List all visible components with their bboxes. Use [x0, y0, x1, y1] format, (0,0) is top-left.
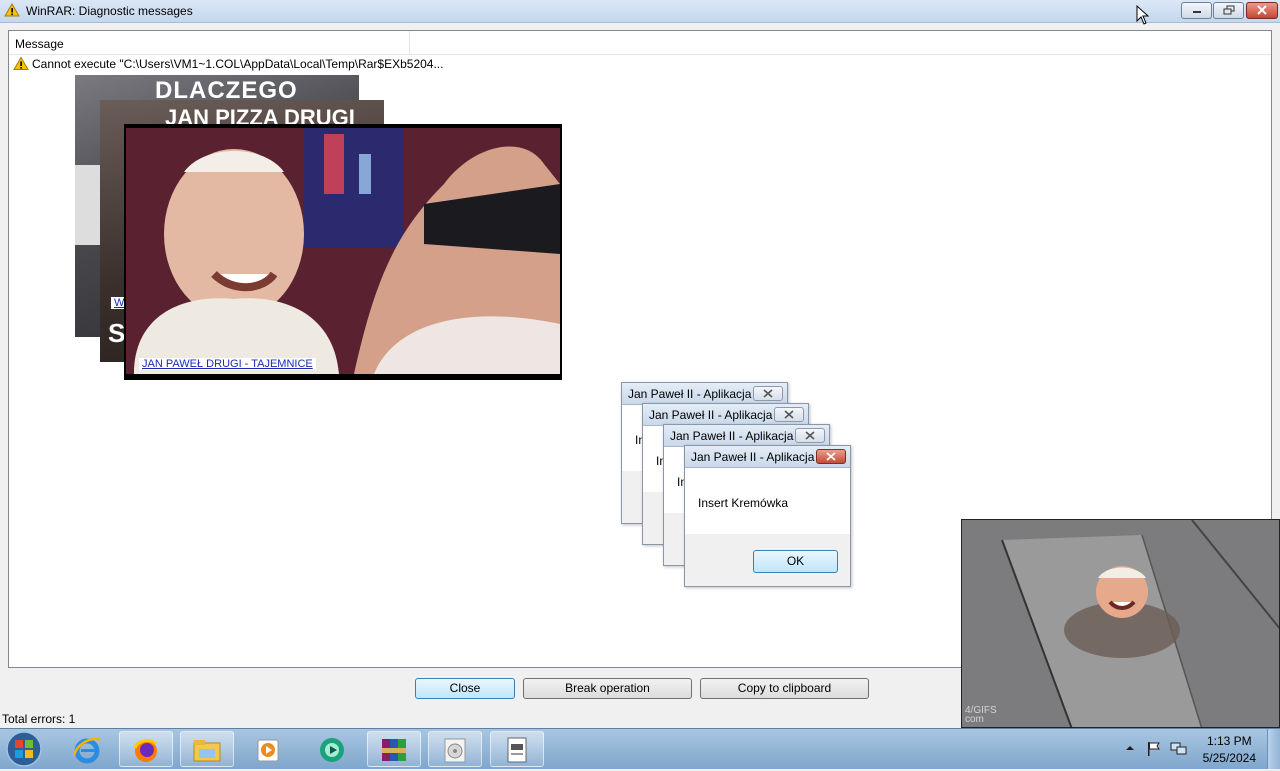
taskbar: 1:13 PM 5/25/2024: [0, 728, 1280, 769]
document-icon: [507, 737, 527, 763]
message-box-title: Jan Paweł II - Aplikacja: [649, 408, 773, 422]
close-window-button[interactable]: [1246, 2, 1278, 19]
taskbar-winrar[interactable]: [367, 731, 421, 767]
list-header: Message: [9, 31, 1271, 55]
firefox-icon: [133, 739, 158, 762]
message-box-close-button[interactable]: [753, 386, 783, 401]
action-center-flag-icon[interactable]: [1146, 741, 1162, 757]
break-operation-button[interactable]: Break operation: [523, 678, 692, 699]
clock-time: 1:13 PM: [1206, 734, 1252, 748]
video-watermark: 4/GIFS com: [965, 705, 997, 725]
restore-button[interactable]: [1213, 2, 1244, 19]
message-box-close-button[interactable]: [816, 449, 846, 464]
warning-icon: [4, 3, 20, 20]
message-box-4: Jan Paweł II - Aplikacja Insert Kremówka…: [684, 445, 851, 587]
taskbar-app[interactable]: [305, 731, 359, 767]
status-text: Total errors: 1: [2, 712, 76, 726]
meme-caption-link[interactable]: JAN PAWEŁ DRUGI - TAJEMNICE: [139, 358, 316, 370]
close-icon: [1257, 5, 1267, 15]
start-button[interactable]: [4, 730, 44, 768]
title-bar: WinRAR: Diagnostic messages: [0, 0, 1280, 23]
message-box-title: Jan Paweł II - Aplikacja: [691, 450, 815, 464]
copy-to-clipboard-button[interactable]: Copy to clipboard: [700, 678, 869, 699]
message-box-close-button[interactable]: [774, 407, 804, 422]
file-explorer-icon: [193, 740, 221, 762]
message-box-title: Jan Paweł II - Aplikacja: [628, 387, 752, 401]
app-icon: [320, 738, 344, 762]
meme-image-3[interactable]: JAN PAWEŁ DRUGI - TAJEMNICE: [124, 124, 562, 380]
taskbar-disc[interactable]: [428, 731, 482, 767]
video-frame: [962, 520, 1279, 727]
column-header-message[interactable]: Message: [9, 31, 410, 54]
message-box-title: Jan Paweł II - Aplikacja: [670, 429, 794, 443]
message-box-title-bar: Jan Paweł II - Aplikacja: [664, 425, 829, 447]
message-box-title-bar: Jan Paweł II - Aplikacja: [643, 404, 808, 426]
meme-side-letter: S: [108, 318, 126, 348]
message-box-title-bar: Jan Paweł II - Aplikacja: [685, 446, 850, 468]
message-box-text: Insert Kremówka: [698, 496, 789, 510]
ok-button[interactable]: OK: [753, 550, 838, 573]
warning-icon: [13, 56, 29, 74]
video-popup[interactable]: 4/GIFS com: [961, 519, 1280, 728]
winrar-icon: [382, 739, 406, 761]
taskbar-firefox[interactable]: [119, 731, 173, 767]
system-clock[interactable]: 1:13 PM 5/25/2024: [1203, 733, 1256, 767]
show-hidden-icons-icon[interactable]: [1125, 743, 1135, 753]
message-box-close-button[interactable]: [795, 428, 825, 443]
close-icon: [784, 410, 794, 419]
message-box-body: Insert Kremówka: [685, 468, 850, 534]
taskbar-file-explorer[interactable]: [180, 731, 234, 767]
close-button[interactable]: Close: [415, 678, 515, 699]
message-text: Cannot execute "C:\Users\VM1~1.COL\AppDa…: [32, 57, 444, 71]
message-box-title-bar: Jan Paweł II - Aplikacja: [622, 383, 787, 405]
restore-icon: [1223, 5, 1234, 15]
minimize-button[interactable]: [1181, 2, 1212, 19]
media-player-icon: [257, 739, 279, 762]
meme-photo: [126, 128, 560, 374]
disc-icon: [444, 738, 466, 763]
close-icon: [763, 389, 773, 398]
show-desktop-button[interactable]: [1267, 729, 1280, 769]
taskbar-document[interactable]: [490, 731, 544, 767]
internet-explorer-icon: [72, 737, 101, 764]
clock-date: 5/25/2024: [1202, 751, 1256, 765]
close-icon: [805, 431, 815, 440]
mouse-cursor-icon: [1136, 5, 1150, 25]
close-icon: [826, 452, 836, 461]
network-icon[interactable]: [1170, 741, 1188, 757]
taskbar-media-player[interactable]: [241, 731, 295, 767]
minimize-icon: [1192, 11, 1201, 13]
windows-logo-icon: [6, 731, 42, 767]
taskbar-internet-explorer[interactable]: [60, 731, 114, 767]
window-title: WinRAR: Diagnostic messages: [26, 4, 193, 18]
